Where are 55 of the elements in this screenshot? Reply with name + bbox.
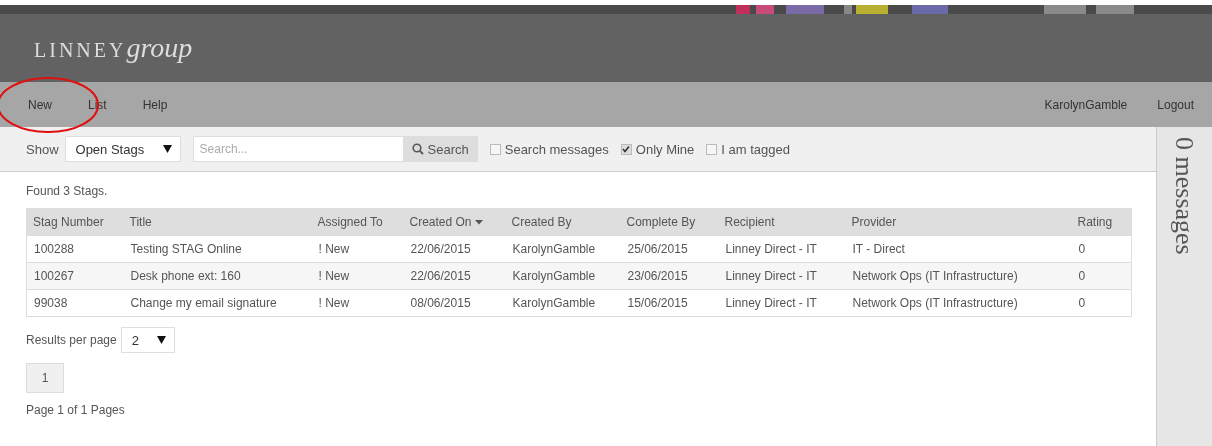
checkbox[interactable] [706,143,718,155]
table-cell: KarolynGamble [512,296,596,310]
table-cell: 0 [1078,242,1086,256]
table-cell: ! New [318,296,350,310]
table-cell: 99038 [34,296,68,310]
table-cell: IT - Direct [852,242,905,256]
column-header[interactable]: Provider [851,215,897,229]
table-cell: Linney Direct - IT [725,269,817,283]
show-label: Show [26,141,59,157]
table-cell: Linney Direct - IT [725,242,817,256]
table-cell: KarolynGamble [512,269,596,283]
messages-panel[interactable]: 0 messages [1156,127,1212,446]
table-cell: 25/06/2015 [627,242,688,256]
search-button[interactable]: Search [402,136,478,162]
checkbox-label: Search messages [504,141,609,157]
table-cell: Network Ops (IT Infrastructure) [852,269,1018,283]
nav-link[interactable]: New [28,97,52,112]
user-link[interactable]: KarolynGamble [1044,97,1128,112]
filter-dropdown[interactable]: Open Stags [64,136,181,162]
table-cell: 23/06/2015 [627,269,688,283]
table-cell: 15/06/2015 [627,296,688,310]
logout-link[interactable]: Logout [1157,97,1194,112]
page-info: Page 1 of 1 Pages [26,403,126,417]
dropdown-arrow-icon [156,336,166,344]
logo: LINNEYgroup [34,32,193,64]
table-cell: 22/06/2015 [410,269,471,283]
table-cell: Change my email signature [130,296,277,310]
column-header[interactable]: Title [129,215,152,229]
table-cell: 0 [1078,269,1086,283]
table-cell: 100267 [34,269,75,283]
checkbox-label: Only Mine [635,141,695,157]
results-count: Found 3 Stags. [26,184,109,198]
table-cell: 0 [1078,296,1086,310]
table-cell: Network Ops (IT Infrastructure) [852,296,1018,310]
column-header[interactable]: Recipient [724,215,775,229]
checkbox-label: I am tagged [721,141,790,157]
sort-caret-icon [474,219,483,225]
table-cell: Desk phone ext: 160 [130,269,241,283]
table-cell: Testing STAG Online [130,242,242,256]
nav-link[interactable]: Help [142,97,168,112]
results-per-page-dropdown[interactable]: 2 [120,327,175,353]
table-cell: Linney Direct - IT [725,296,817,310]
search-field[interactable]: Search... [192,136,403,162]
table-cell: ! New [318,242,350,256]
dropdown-arrow-icon [162,145,172,153]
checkbox[interactable] [620,143,632,155]
table-cell: KarolynGamble [512,242,596,256]
search-icon [411,143,424,155]
table-cell: 100288 [34,242,75,256]
checkbox[interactable] [489,143,501,155]
table-cell: 22/06/2015 [410,242,471,256]
table-cell: 08/06/2015 [410,296,471,310]
results-per-page-label: Results per page [26,333,117,347]
table-cell: ! New [318,269,350,283]
page-button[interactable]: 1 [26,363,64,393]
